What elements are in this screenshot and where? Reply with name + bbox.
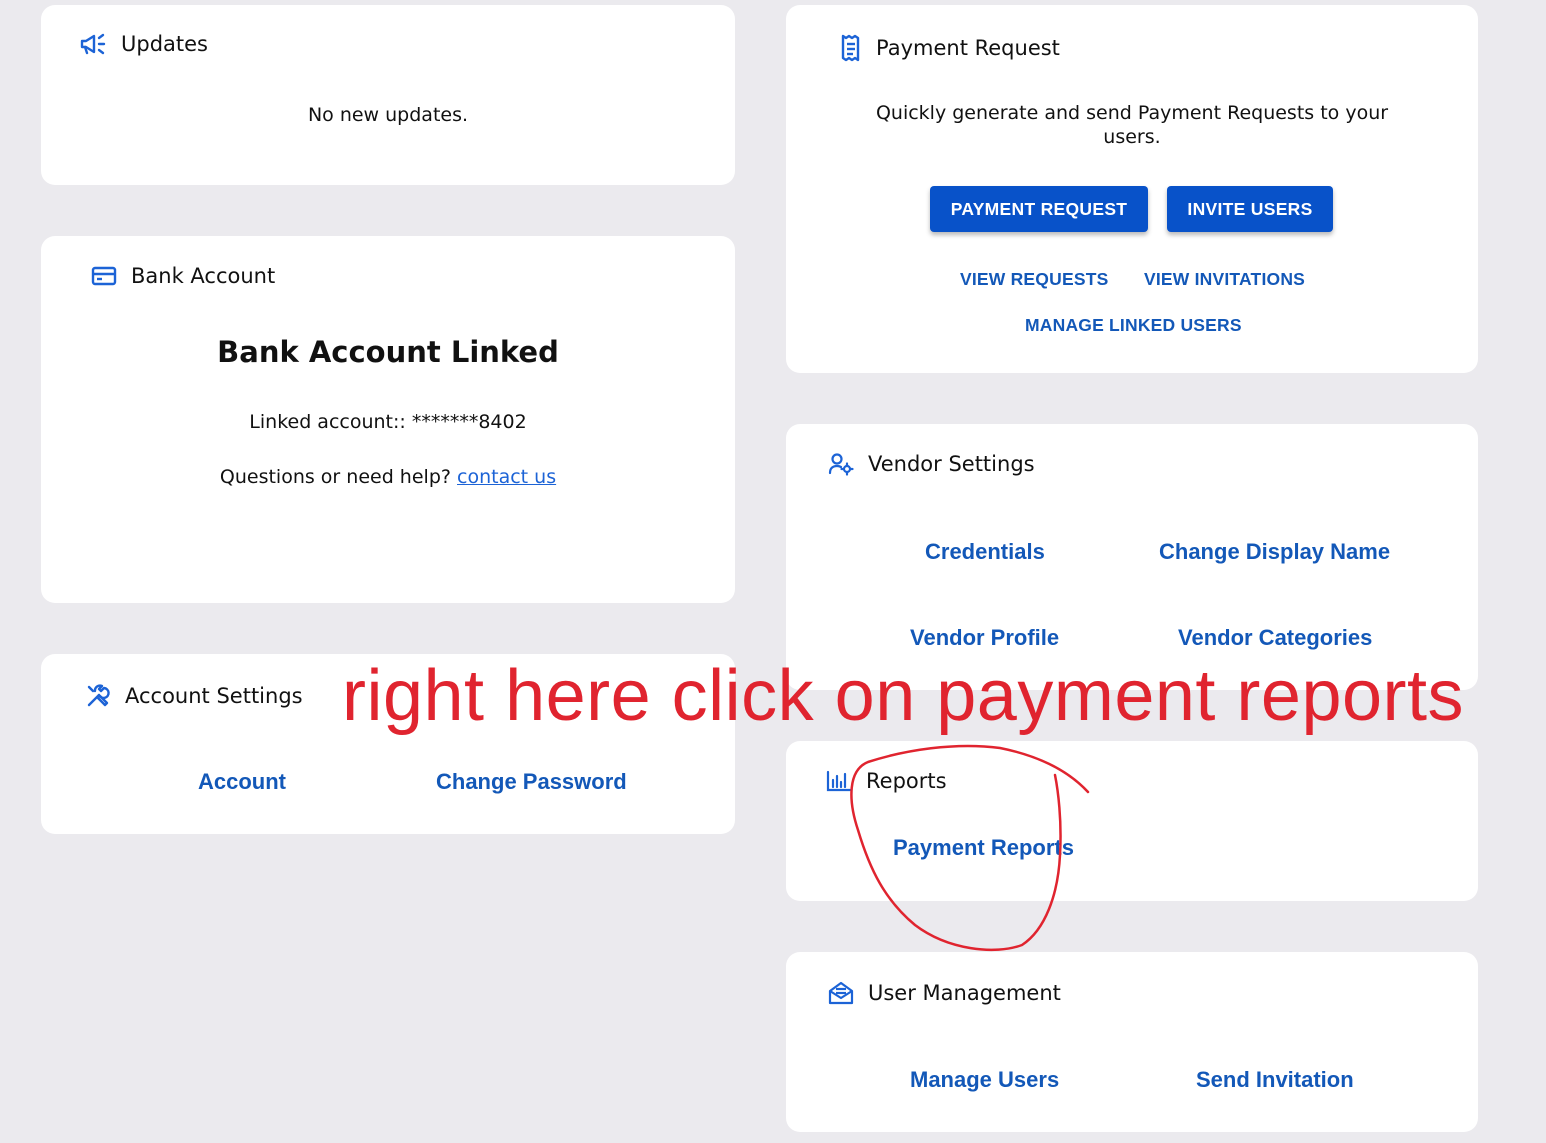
help-text: Questions or need help? <box>219 466 451 488</box>
payment-reports-link[interactable]: Payment Reports <box>893 835 1074 861</box>
vendor-categories-link[interactable]: Vendor Categories <box>1178 625 1372 651</box>
annotation-text: right here click on payment reports <box>342 656 1465 736</box>
help-line: Questions or need help? contact us <box>41 466 735 488</box>
credentials-link[interactable]: Credentials <box>925 539 1045 565</box>
payment-request-card: Payment Request Quickly generate and sen… <box>786 5 1478 373</box>
manage-users-link[interactable]: Manage Users <box>910 1067 1059 1093</box>
receipt-icon <box>840 34 862 62</box>
payment-request-description: Quickly generate and send Payment Reques… <box>875 102 1389 148</box>
vendor-settings-card: Vendor Settings Credentials Change Displ… <box>786 424 1478 690</box>
bank-account-status: Bank Account Linked <box>217 335 559 369</box>
account-settings-header: Account Settings <box>85 683 303 709</box>
linked-account-text: Linked account:: *******8402 <box>249 411 527 433</box>
contact-us-link[interactable]: contact us <box>457 466 556 488</box>
updates-title: Updates <box>121 32 208 56</box>
manage-linked-users-link[interactable]: MANAGE LINKED USERS <box>1025 315 1242 336</box>
user-management-title: User Management <box>868 981 1061 1005</box>
user-gear-icon <box>828 452 854 476</box>
credit-card-icon <box>91 266 117 286</box>
user-management-header: User Management <box>828 980 1061 1006</box>
view-invitations-link[interactable]: VIEW INVITATIONS <box>1144 269 1305 290</box>
user-management-card: User Management Manage Users Send Invita… <box>786 952 1478 1132</box>
updates-header: Updates <box>79 32 208 56</box>
view-requests-link[interactable]: VIEW REQUESTS <box>960 269 1108 290</box>
bank-account-header: Bank Account <box>91 264 275 288</box>
invite-users-button[interactable]: INVITE USERS <box>1167 186 1333 232</box>
vendor-profile-link[interactable]: Vendor Profile <box>910 625 1059 651</box>
vendor-settings-header: Vendor Settings <box>828 452 1035 476</box>
payment-request-header: Payment Request <box>840 34 1060 62</box>
tools-icon <box>85 683 111 709</box>
payment-request-title: Payment Request <box>876 36 1060 60</box>
reports-title: Reports <box>866 769 947 793</box>
bank-account-title: Bank Account <box>131 264 276 288</box>
send-invitation-link[interactable]: Send Invitation <box>1196 1067 1354 1093</box>
bar-chart-icon <box>826 770 852 792</box>
reports-header: Reports <box>826 769 947 793</box>
vendor-settings-title: Vendor Settings <box>868 452 1035 476</box>
account-settings-title: Account Settings <box>125 684 303 708</box>
payment-request-button[interactable]: PAYMENT REQUEST <box>930 186 1148 232</box>
change-display-name-link[interactable]: Change Display Name <box>1159 539 1390 565</box>
updates-card: Updates No new updates. <box>41 5 735 185</box>
reports-card: Reports Payment Reports <box>786 741 1478 901</box>
account-link[interactable]: Account <box>198 769 286 795</box>
updates-message: No new updates. <box>307 104 469 126</box>
bank-account-card: Bank Account Bank Account Linked Linked … <box>41 236 735 603</box>
change-password-link[interactable]: Change Password <box>436 769 627 795</box>
megaphone-icon <box>79 32 107 56</box>
mail-envelope-icon <box>828 980 854 1006</box>
